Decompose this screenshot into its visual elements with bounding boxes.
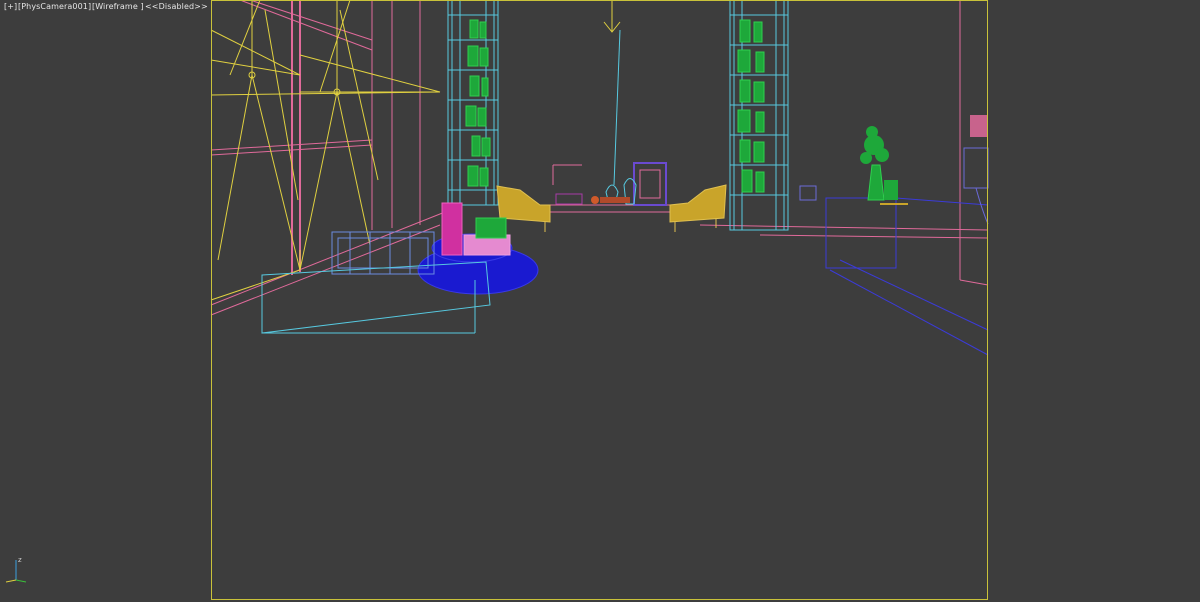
perspective-viewport[interactable]: [+] [PhysCamera001] [Wireframe ] <<Disab… [0, 0, 1200, 602]
axis-gizmo-icon: z [5, 556, 27, 583]
axis-z-label: z [18, 556, 22, 564]
safe-frame [211, 0, 988, 600]
